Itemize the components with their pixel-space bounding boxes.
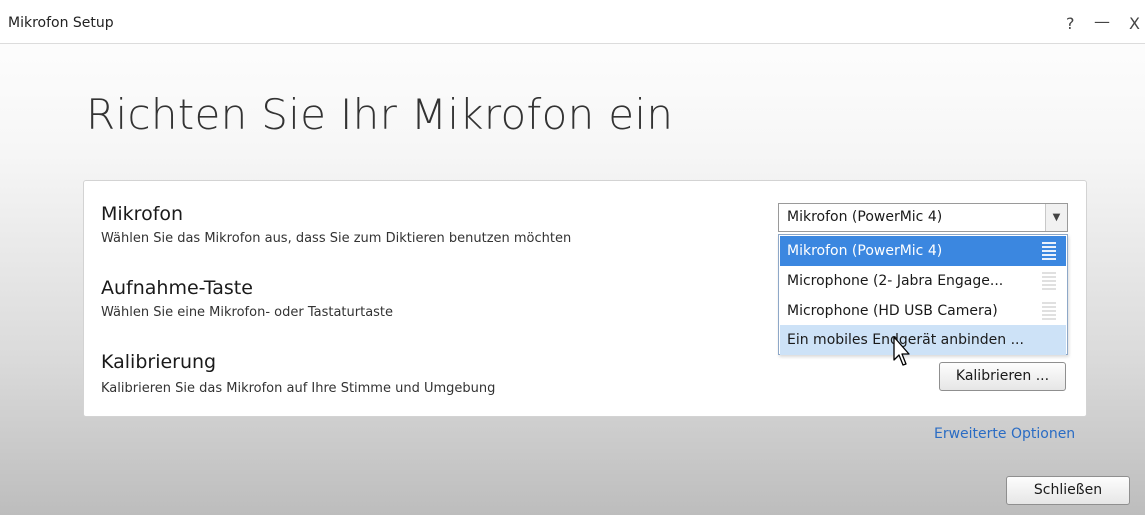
help-button[interactable]: ? <box>1066 14 1075 33</box>
title-bar: Mikrofon Setup ? — X <box>0 0 1145 44</box>
aufnahme-taste-title: Aufnahme-Taste <box>101 277 253 299</box>
dropdown-option-label: Microphone (2- Jabra Engage... <box>787 273 1004 289</box>
aufnahme-taste-description: Wählen Sie eine Mikrofon- oder Tastaturt… <box>101 305 394 320</box>
page-title: Richten Sie Ihr Mikrofon ein <box>86 90 674 139</box>
signal-level-icon <box>1042 272 1056 290</box>
kalibrierung-description: Kalibrieren Sie das Mikrofon auf Ihre St… <box>101 381 496 396</box>
kalibrierung-title: Kalibrierung <box>101 351 217 373</box>
close-button[interactable]: Schließen <box>1006 476 1130 505</box>
dropdown-option-label: Microphone (HD USB Camera) <box>787 303 998 319</box>
dropdown-option-powermic[interactable]: Mikrofon (PowerMic 4) <box>780 236 1066 266</box>
chevron-down-icon[interactable]: ▼ <box>1045 204 1067 231</box>
mouse-pointer-icon <box>893 336 910 366</box>
close-window-button[interactable]: X <box>1129 14 1140 33</box>
mikrofon-title: Mikrofon <box>101 203 184 225</box>
microphone-select-value: Mikrofon (PowerMic 4) <box>787 209 943 225</box>
signal-level-icon <box>1042 242 1056 260</box>
advanced-options-link[interactable]: Erweiterte Optionen <box>934 426 1075 442</box>
microphone-dropdown-list: Mikrofon (PowerMic 4) Microphone (2- Jab… <box>778 234 1068 355</box>
dropdown-option-label: Mikrofon (PowerMic 4) <box>787 243 943 259</box>
mikrofon-description: Wählen Sie das Mikrofon aus, dass Sie zu… <box>101 231 572 246</box>
signal-level-icon <box>1042 302 1056 320</box>
dropdown-option-jabra[interactable]: Microphone (2- Jabra Engage... <box>780 266 1066 296</box>
minimize-button[interactable]: — <box>1094 12 1110 31</box>
calibrate-button[interactable]: Kalibrieren ... <box>939 362 1066 391</box>
window-title: Mikrofon Setup <box>8 15 114 31</box>
microphone-select[interactable]: Mikrofon (PowerMic 4) ▼ <box>778 203 1068 232</box>
dropdown-option-mobile-device[interactable]: Ein mobiles Endgerät anbinden ... <box>780 325 1066 355</box>
dropdown-option-hd-usb-camera[interactable]: Microphone (HD USB Camera) <box>780 296 1066 326</box>
